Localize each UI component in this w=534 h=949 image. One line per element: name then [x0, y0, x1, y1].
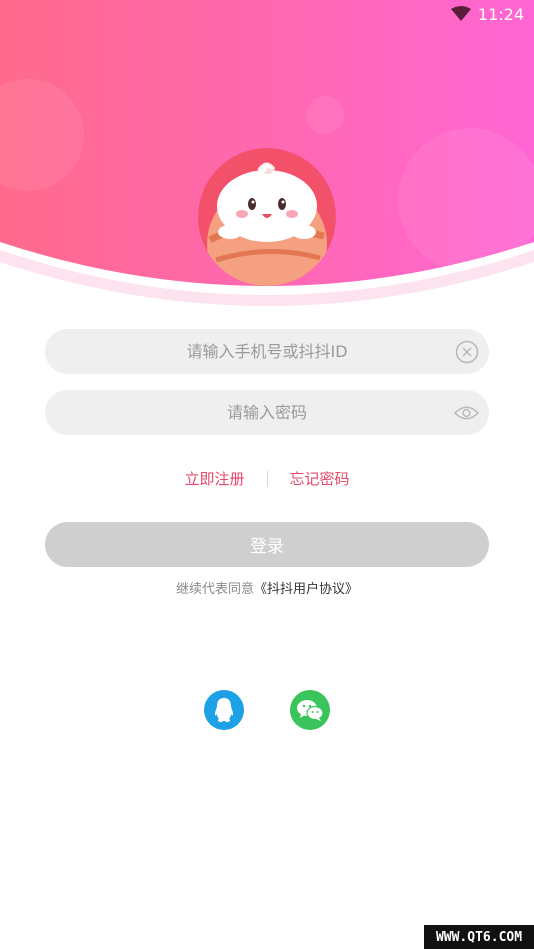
- qq-login-button[interactable]: [204, 690, 244, 730]
- wifi-icon: [450, 6, 471, 21]
- divider: [266, 470, 268, 487]
- agreement-prefix: 继续代表同意: [175, 582, 254, 597]
- mascot-icon: [198, 148, 336, 286]
- social-login: [0, 690, 534, 730]
- qq-icon: [215, 698, 233, 722]
- password-input[interactable]: [95, 402, 439, 423]
- wechat-login-button[interactable]: [290, 690, 330, 730]
- auth-links: 立即注册 忘记密码: [0, 468, 534, 489]
- status-bar: 11:24: [450, 0, 524, 28]
- agreement-text: 继续代表同意《抖抖用户协议》: [0, 578, 534, 597]
- account-input[interactable]: [95, 341, 439, 362]
- forgot-password-link[interactable]: 忘记密码: [290, 468, 350, 489]
- login-button[interactable]: 登录: [45, 522, 489, 567]
- site-watermark: WWW.QT6.COM: [424, 925, 534, 949]
- eye-icon[interactable]: [454, 400, 479, 425]
- user-agreement-link[interactable]: 《抖抖用户协议》: [254, 582, 358, 597]
- wechat-icon: [297, 700, 324, 721]
- clear-icon[interactable]: [454, 339, 479, 364]
- password-field: [45, 390, 489, 435]
- app-logo: [198, 148, 336, 286]
- register-link[interactable]: 立即注册: [184, 468, 244, 489]
- status-time: 11:24: [477, 4, 524, 24]
- account-field: [45, 329, 489, 374]
